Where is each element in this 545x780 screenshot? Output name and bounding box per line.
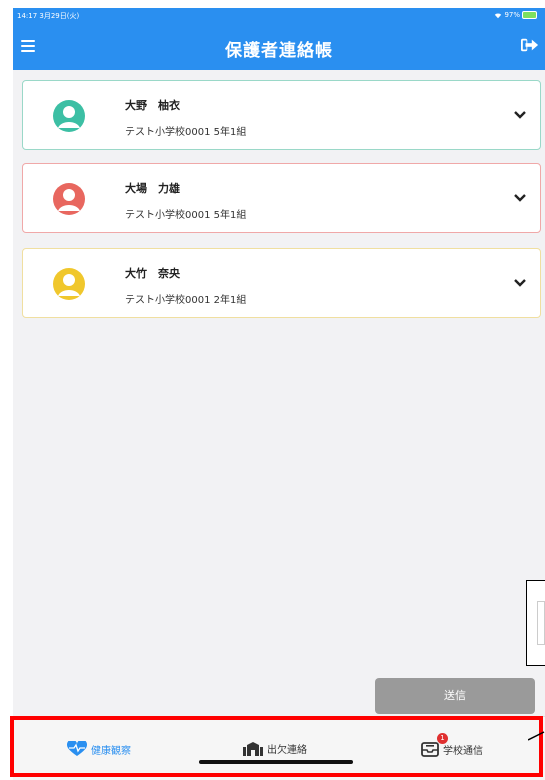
user-avatar-icon <box>53 268 85 300</box>
child-school-class: テスト小学校0001 5年1組 <box>125 127 247 138</box>
battery-icon <box>522 11 537 19</box>
status-bar: 14:17 3月29日(火) 97% <box>13 8 545 23</box>
child-card[interactable]: 大場 力雄 テスト小学校0001 5年1組 <box>22 163 541 233</box>
child-name: 大竹 奈央 <box>125 267 180 280</box>
wifi-icon <box>495 12 502 18</box>
chevron-down-icon[interactable] <box>514 110 526 120</box>
user-avatar-icon <box>53 100 85 132</box>
battery-percent: 97% <box>504 11 520 19</box>
send-button[interactable]: 送信 <box>375 678 535 714</box>
child-card[interactable]: 大竹 奈央 テスト小学校0001 2年1組 <box>22 248 541 318</box>
child-school-class: テスト小学校0001 2年1組 <box>125 295 247 306</box>
child-school-class: テスト小学校0001 5年1組 <box>125 210 247 221</box>
logout-icon[interactable] <box>521 37 539 53</box>
child-name: 大場 力雄 <box>125 182 180 195</box>
status-time: 14:17 3月29日(火) <box>17 12 80 20</box>
annotation-callout-box <box>526 580 545 666</box>
user-avatar-icon <box>53 183 85 215</box>
child-name: 大野 柚衣 <box>125 99 180 112</box>
app-screen: 14:17 3月29日(火) 97% 保護者連絡帳 大野 柚衣 テスト小学校00… <box>13 8 545 780</box>
annotation-highlight-frame <box>10 716 543 777</box>
chevron-down-icon[interactable] <box>514 193 526 203</box>
app-header: 保護者連絡帳 <box>13 23 545 70</box>
page-title: 保護者連絡帳 <box>225 41 333 61</box>
chevron-down-icon[interactable] <box>514 278 526 288</box>
status-indicators: 97% <box>494 11 537 19</box>
child-card[interactable]: 大野 柚衣 テスト小学校0001 5年1組 <box>22 80 541 150</box>
annotation-pointer <box>528 731 545 741</box>
